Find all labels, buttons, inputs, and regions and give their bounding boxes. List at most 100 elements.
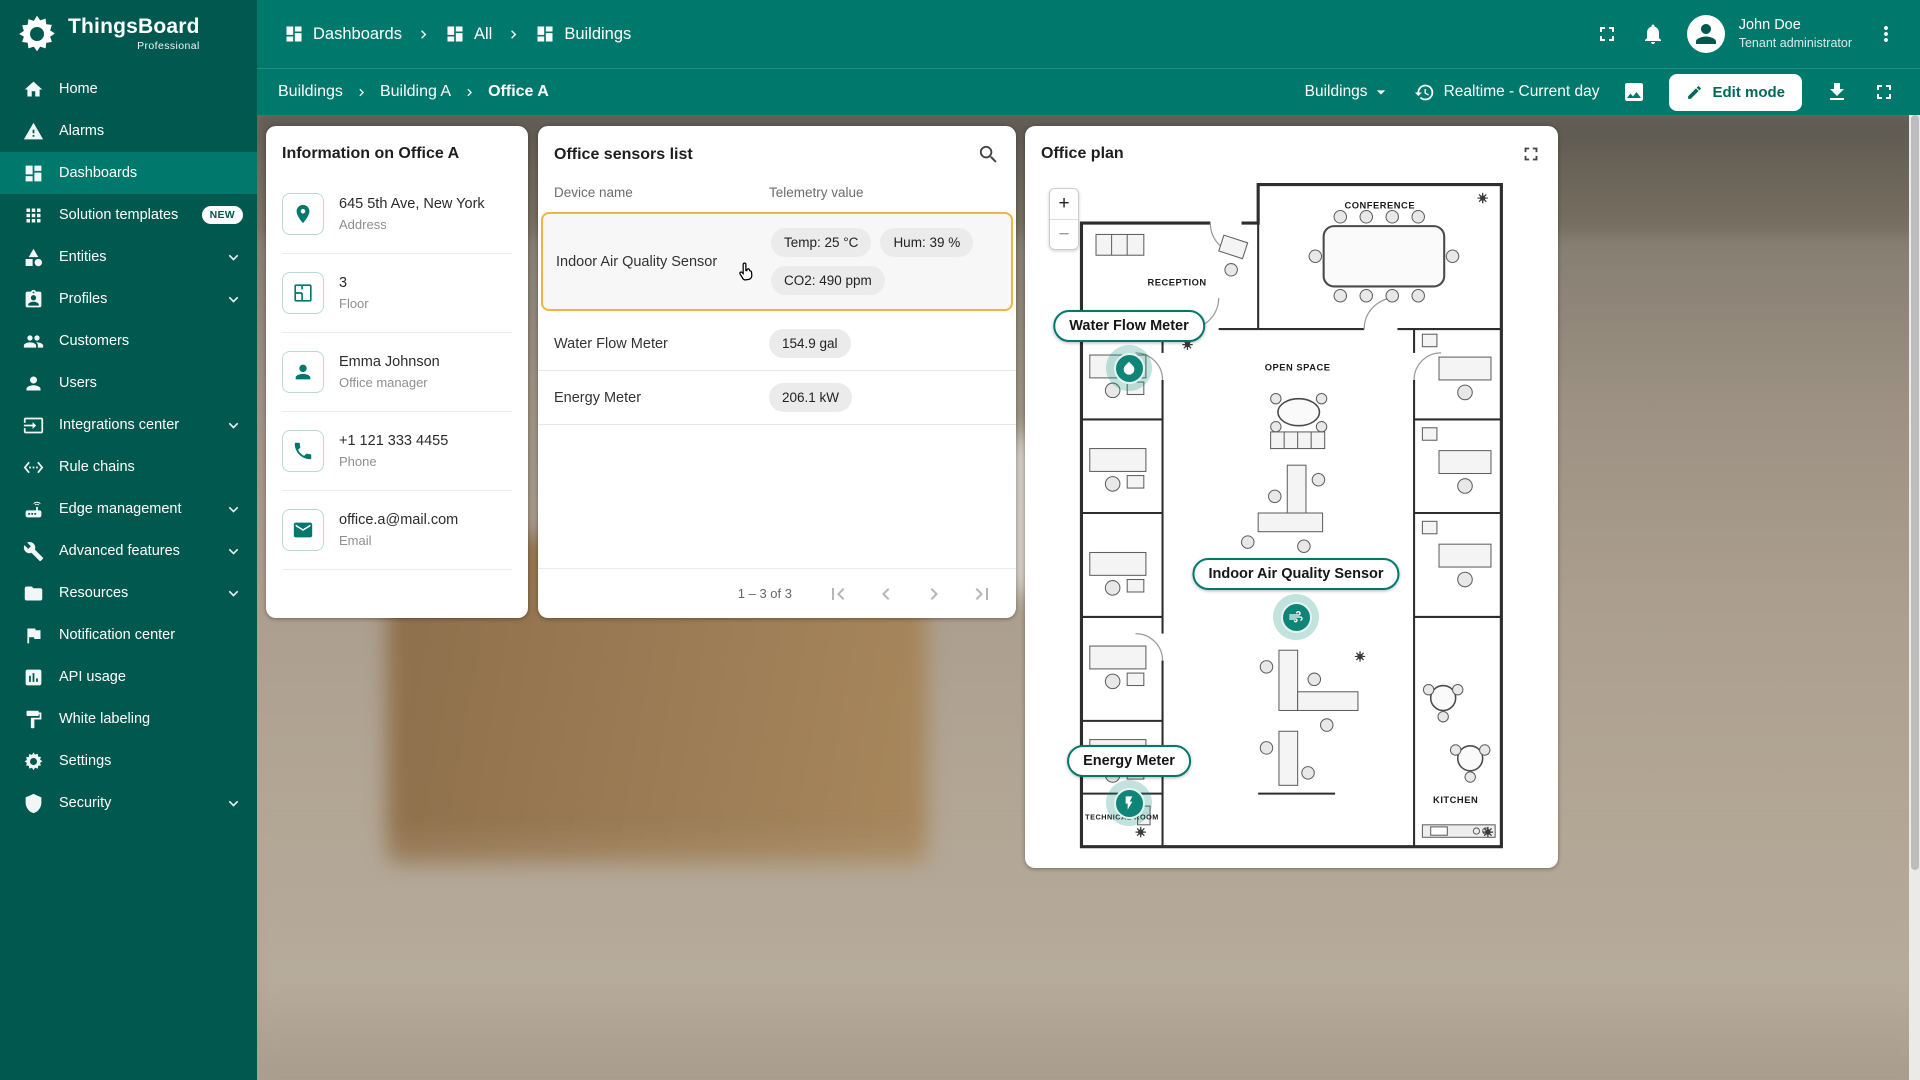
prev-page-button[interactable] bbox=[874, 582, 898, 606]
sidebar-item-solution-templates[interactable]: Solution templatesNEW bbox=[0, 194, 257, 236]
next-page-button[interactable] bbox=[922, 582, 946, 606]
sensor-row-water-flow-meter[interactable]: Water Flow Meter154.9 gal bbox=[538, 317, 1016, 371]
info-label: Email bbox=[339, 533, 458, 548]
sidebar-item-api-usage[interactable]: API usage bbox=[0, 656, 257, 698]
info-row-floor: 3Floor bbox=[282, 254, 512, 333]
phone-box bbox=[282, 430, 324, 472]
sidebar-item-label: Dashboards bbox=[59, 165, 137, 181]
background-image-icon[interactable] bbox=[1622, 80, 1646, 104]
sidebar: ThingsBoard Professional Home Alarms Dashb… bbox=[0, 0, 257, 1080]
fullscreen-icon[interactable] bbox=[1595, 22, 1619, 46]
sensor-row-indoor-air-quality-sensor[interactable]: Indoor Air Quality SensorTemp: 25 °CHum:… bbox=[541, 212, 1013, 311]
info-row-office-manager: Emma JohnsonOffice manager bbox=[282, 333, 512, 412]
last-page-button[interactable] bbox=[970, 582, 994, 606]
telemetry-chips: 154.9 gal bbox=[769, 329, 1000, 358]
sensors-header: Office sensors list bbox=[538, 126, 1016, 176]
phone-icon bbox=[292, 440, 314, 462]
notifications-bell-icon[interactable] bbox=[1641, 22, 1665, 46]
chevron-right-icon bbox=[415, 26, 432, 43]
state-breadcrumb-office-a[interactable]: Office A bbox=[488, 83, 549, 101]
marker-energy-meter[interactable] bbox=[1106, 780, 1152, 826]
marker-label-indoor-air-quality-sensor[interactable]: Indoor Air Quality Sensor bbox=[1192, 558, 1399, 590]
info-card-title: Information on Office A bbox=[266, 126, 528, 175]
timewindow-button[interactable]: Realtime - Current day bbox=[1414, 82, 1600, 103]
first-page-button[interactable] bbox=[826, 582, 850, 606]
sidebar-item-users[interactable]: Users bbox=[0, 362, 257, 404]
scrollbar-thumb[interactable] bbox=[1911, 115, 1919, 870]
settings-icon bbox=[23, 751, 44, 772]
sidebar-item-entities[interactable]: Entities bbox=[0, 236, 257, 278]
sensors-card: Office sensors list Device name Telemetr… bbox=[538, 126, 1016, 618]
sidebar-item-resources[interactable]: Resources bbox=[0, 572, 257, 614]
breadcrumb-label: All bbox=[474, 25, 492, 44]
info-row-text: office.a@mail.com Email bbox=[339, 512, 458, 548]
breadcrumb-item-dashboards[interactable]: Dashboards bbox=[284, 24, 402, 44]
breadcrumb-item-buildings[interactable]: Buildings bbox=[535, 24, 631, 44]
dashboard-toolbar: Buildings Building A Office A Buildings Re… bbox=[257, 68, 1920, 115]
breadcrumb-item-all[interactable]: All bbox=[445, 24, 492, 44]
marker-water-flow-meter[interactable] bbox=[1106, 345, 1152, 391]
notification-icon bbox=[23, 625, 44, 646]
page-range-label: 1 – 3 of 3 bbox=[738, 586, 792, 601]
expand-plan-icon[interactable] bbox=[1520, 143, 1542, 165]
solution-templates-icon bbox=[23, 205, 44, 226]
office-plan-card: Office plan + − bbox=[1025, 126, 1558, 868]
zoom-out-button[interactable]: − bbox=[1050, 219, 1078, 249]
info-card: Information on Office A 645 5th Ave, New… bbox=[266, 126, 528, 618]
person-box bbox=[282, 351, 324, 393]
air-icon bbox=[1288, 609, 1304, 625]
sidebar-item-white-labeling[interactable]: White labeling bbox=[0, 698, 257, 740]
app-logo[interactable]: ThingsBoard Professional bbox=[0, 0, 257, 68]
sidebar-item-label: Advanced features bbox=[59, 543, 180, 559]
sidebar-item-dashboards[interactable]: Dashboards bbox=[0, 152, 257, 194]
column-device-name: Device name bbox=[554, 185, 769, 200]
telemetry-chip: Temp: 25 °C bbox=[771, 228, 871, 257]
state-breadcrumb-building-a[interactable]: Building A bbox=[380, 83, 451, 101]
kebab-menu-icon[interactable] bbox=[1874, 22, 1898, 46]
location-icon bbox=[292, 203, 314, 225]
scrollbar[interactable] bbox=[1909, 115, 1920, 1080]
marker-indoor-air-quality-sensor[interactable] bbox=[1273, 594, 1319, 640]
marker-label-energy-meter[interactable]: Energy Meter bbox=[1067, 745, 1191, 777]
sidebar-item-profiles[interactable]: Profiles bbox=[0, 278, 257, 320]
sidebar-item-security[interactable]: Security bbox=[0, 782, 257, 824]
caret-down-icon bbox=[1371, 82, 1391, 102]
sidebar-item-label: Entities bbox=[59, 249, 107, 265]
state-breadcrumb-buildings[interactable]: Buildings bbox=[278, 83, 343, 101]
dashboard-state-breadcrumb: Buildings Building A Office A bbox=[278, 83, 549, 101]
sidebar-item-label: Users bbox=[59, 375, 97, 391]
sidebar-item-rule-chains[interactable]: Rule chains bbox=[0, 446, 257, 488]
dashboard-content: Information on Office A 645 5th Ave, New… bbox=[257, 115, 1920, 1080]
sensor-row-energy-meter[interactable]: Energy Meter206.1 kW bbox=[538, 371, 1016, 425]
sidebar-item-edge-management[interactable]: Edge management bbox=[0, 488, 257, 530]
entity-group-select[interactable]: Buildings bbox=[1305, 82, 1391, 102]
room-label-reception: RECEPTION bbox=[1147, 277, 1206, 287]
pencil-icon bbox=[1686, 84, 1703, 101]
info-row-text: Emma JohnsonOffice manager bbox=[339, 354, 440, 390]
sidebar-item-alarms[interactable]: Alarms bbox=[0, 110, 257, 152]
sidebar-item-notification-center[interactable]: Notification center bbox=[0, 614, 257, 656]
advanced-icon bbox=[23, 541, 44, 562]
sidebar-item-customers[interactable]: Customers bbox=[0, 320, 257, 362]
entities-icon bbox=[23, 247, 44, 268]
sidebar-item-integrations-center[interactable]: Integrations center bbox=[0, 404, 257, 446]
info-value: office.a@mail.com bbox=[339, 512, 458, 528]
sidebar-item-label: Alarms bbox=[59, 123, 104, 139]
toolbar-fullscreen-icon[interactable] bbox=[1872, 80, 1896, 104]
edit-mode-button[interactable]: Edit mode bbox=[1669, 74, 1802, 111]
info-row-text: 645 5th Ave, New YorkAddress bbox=[339, 196, 485, 232]
search-icon[interactable] bbox=[977, 143, 1000, 166]
download-icon[interactable] bbox=[1825, 80, 1849, 104]
breadcrumb-label: Dashboards bbox=[313, 25, 402, 44]
marker-core-indoor-air-quality-sensor bbox=[1281, 602, 1312, 633]
info-row-email: office.a@mail.com Email bbox=[282, 491, 512, 570]
avatar[interactable] bbox=[1687, 15, 1725, 53]
user-info[interactable]: John Doe Tenant administrator bbox=[1739, 16, 1852, 52]
edit-mode-label: Edit mode bbox=[1712, 84, 1785, 101]
zoom-in-button[interactable]: + bbox=[1050, 189, 1078, 219]
marker-label-water-flow-meter[interactable]: Water Flow Meter bbox=[1053, 310, 1205, 342]
sidebar-item-home[interactable]: Home bbox=[0, 68, 257, 110]
sidebar-item-advanced-features[interactable]: Advanced features bbox=[0, 530, 257, 572]
sidebar-item-label: API usage bbox=[59, 669, 126, 685]
sidebar-item-settings[interactable]: Settings bbox=[0, 740, 257, 782]
